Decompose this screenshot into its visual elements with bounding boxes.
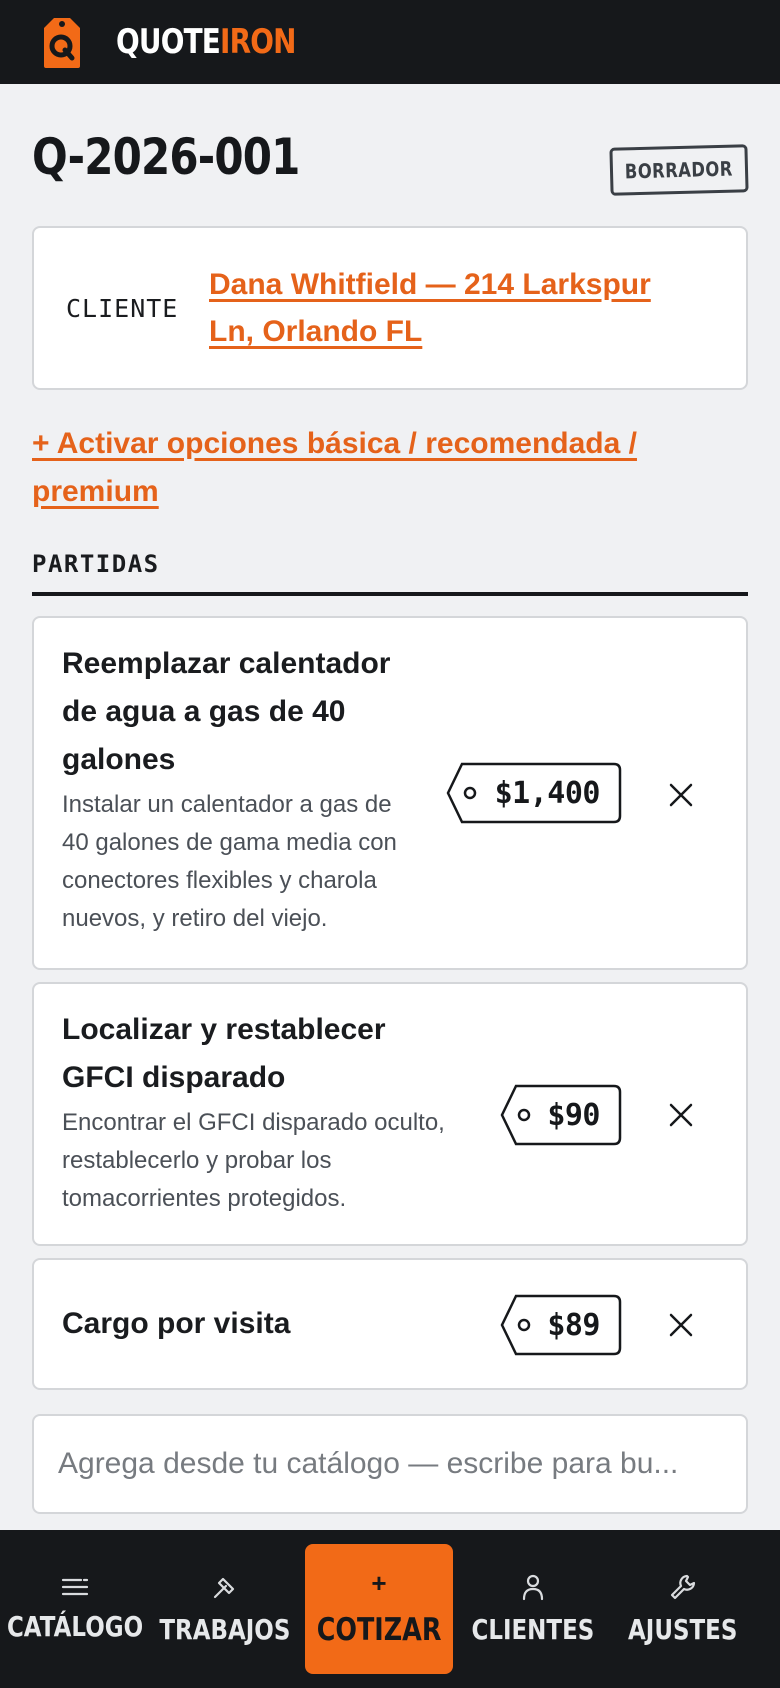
client-label: CLIENTE: [66, 293, 179, 323]
price-tag[interactable]: $1,400: [446, 762, 622, 824]
quote-number: Q-2026-001: [32, 128, 300, 186]
line-item-price: $89: [547, 1307, 600, 1343]
line-items-heading: PARTIDAS: [32, 550, 748, 596]
nav-catalog[interactable]: CATÁLOGO: [0, 1544, 150, 1674]
client-link[interactable]: Dana Whitfield — 214 Larkspur Ln, Orland…: [209, 261, 689, 355]
close-icon: [669, 1103, 693, 1127]
price-tag[interactable]: $90: [500, 1084, 622, 1146]
client-card: CLIENTE Dana Whitfield — 214 Larkspur Ln…: [32, 226, 748, 390]
status-badge: BORRADOR: [609, 144, 749, 196]
brand-wordmark: QUOTEIRON: [116, 22, 296, 62]
line-item-title: Reemplazar calentador de agua a gas de 4…: [62, 647, 391, 776]
quote-editor: Q-2026-001 BORRADOR CLIENTE Dana Whitfie…: [32, 84, 749, 1514]
line-item-price: $1,400: [494, 775, 601, 811]
nav-jobs[interactable]: TRABAJOS: [150, 1544, 300, 1674]
hammer-icon: [213, 1577, 235, 1598]
line-item-price: $90: [547, 1097, 600, 1133]
remove-item-button[interactable]: [666, 1100, 696, 1130]
wrench-icon: [670, 1574, 696, 1599]
line-item[interactable]: Reemplazar calentador de agua a gas de 4…: [32, 616, 748, 970]
line-item-text: Reemplazar calentador de agua a gas de 4…: [62, 640, 402, 938]
price-tag-q-logo-icon[interactable]: [40, 14, 84, 70]
nav-clients[interactable]: CLIENTES: [458, 1544, 608, 1674]
bottom-nav: CATÁLOGO TRABAJOS + COTIZAR CLIENTES AJU…: [0, 1530, 780, 1688]
enable-tier-options-link[interactable]: + Activar opciones básica / recomendada …: [32, 420, 672, 516]
line-item-text: Localizar y restablecer GFCI disparado E…: [62, 1006, 462, 1218]
quote-title-row: Q-2026-001 BORRADOR: [32, 84, 749, 226]
line-item-title: Cargo por visita: [62, 1307, 291, 1340]
close-icon: [669, 783, 693, 807]
nav-settings[interactable]: AJUSTES: [608, 1544, 758, 1674]
remove-item-button[interactable]: [666, 780, 696, 810]
line-item-title: Localizar y restablecer GFCI disparado: [62, 1013, 386, 1094]
catalog-search-input[interactable]: [32, 1414, 748, 1514]
remove-item-button[interactable]: [666, 1310, 696, 1340]
list-icon: [61, 1578, 89, 1595]
user-icon: [522, 1574, 544, 1600]
plus-icon: +: [371, 1568, 387, 1598]
nav-quote-button[interactable]: + COTIZAR: [305, 1544, 453, 1674]
line-item[interactable]: Localizar y restablecer GFCI disparado E…: [32, 982, 748, 1246]
price-tag[interactable]: $89: [500, 1294, 622, 1356]
app-header: QUOTEIRON: [0, 0, 780, 84]
line-item[interactable]: Cargo por visita $89: [32, 1258, 748, 1390]
line-item-description: Instalar un calentador a gas de 40 galon…: [62, 791, 397, 932]
close-icon: [669, 1313, 693, 1337]
line-item-text: Cargo por visita: [62, 1300, 462, 1348]
line-item-description: Encontrar el GFCI disparado oculto, rest…: [62, 1109, 445, 1212]
